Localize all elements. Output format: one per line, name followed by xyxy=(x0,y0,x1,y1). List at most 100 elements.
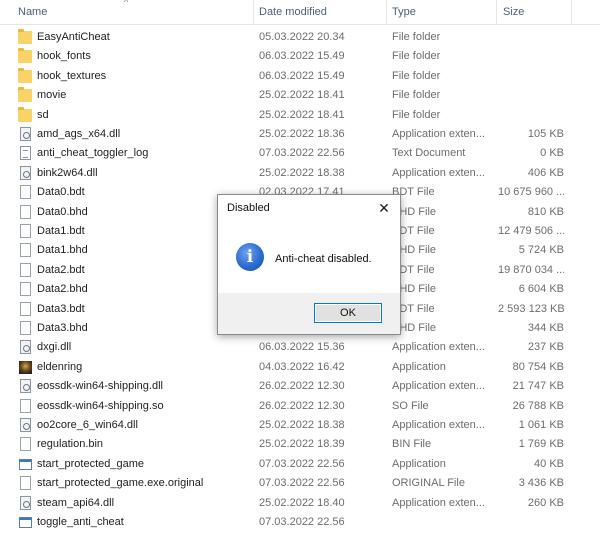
file-date: 25.02.2022 18.40 xyxy=(259,496,345,509)
file-size: 26 788 KB xyxy=(512,399,564,412)
file-size: 344 KB xyxy=(527,322,564,334)
folder-icon xyxy=(18,67,32,83)
file-type: BHD File xyxy=(392,322,437,334)
file-row[interactable]: steam_api64.dll 25.02.2022 18.40 Applicati… xyxy=(0,494,600,513)
file-date: 25.02.2022 18.36 xyxy=(259,128,345,140)
file-name: start_protected_game xyxy=(37,457,145,470)
file-name: dxgi.dll xyxy=(37,341,72,354)
file-size: 237 KB xyxy=(527,341,564,354)
file-type: File folder xyxy=(392,108,441,121)
file-type: File folder xyxy=(392,69,441,82)
file-date: 05.03.2022 20.34 xyxy=(259,31,345,43)
file-row[interactable]: start_protected_game.exe.original 07.03.2… xyxy=(0,474,600,493)
file-date: 25.02.2022 18.39 xyxy=(259,438,345,451)
file-icon xyxy=(20,262,31,277)
dll-icon xyxy=(20,165,31,180)
file-name: hook_fonts xyxy=(37,50,91,63)
file-date: 07.03.2022 22.56 xyxy=(259,516,345,528)
file-row[interactable]: toggle_anti_cheat 07.03.2022 22.56 xyxy=(0,513,600,532)
file-row[interactable]: amd_ags_x64.dll 25.02.2022 18.36 Applicati… xyxy=(0,125,600,144)
folder-icon xyxy=(18,29,32,44)
column-header-type[interactable]: Type xyxy=(388,0,496,24)
file-row[interactable]: bink2w64.dll 25.02.2022 18.38 Application … xyxy=(0,164,600,183)
file-date: 04.03.2022 16.42 xyxy=(259,360,345,373)
column-header-size[interactable]: Size xyxy=(499,0,569,24)
file-row[interactable]: EasyAntiCheat 05.03.2022 20.34 File folder xyxy=(0,28,600,47)
file-icon xyxy=(20,243,31,258)
file-date: 06.03.2022 15.49 xyxy=(259,69,345,82)
file-size: 1 061 KB xyxy=(518,419,564,431)
file-type: BDT File xyxy=(392,186,435,199)
file-row[interactable]: start_protected_game 07.03.2022 22.56 Appl… xyxy=(0,455,600,474)
file-name: EasyAntiCheat xyxy=(37,31,110,43)
file-type: Application exten... xyxy=(392,341,485,354)
file-size: 105 KB xyxy=(527,128,564,140)
dll-icon xyxy=(20,127,31,141)
file-size: 12 479 506 ... xyxy=(498,225,564,237)
file-type: Application exten... xyxy=(392,419,485,431)
column-divider[interactable] xyxy=(253,0,254,24)
file-icon xyxy=(20,398,31,413)
file-type: Application exten... xyxy=(392,496,485,509)
ok-button[interactable]: OK xyxy=(314,303,382,323)
file-row[interactable]: eossdk-win64-shipping.dll 26.02.2022 12.3… xyxy=(0,377,600,396)
file-date: 26.02.2022 12.30 xyxy=(259,399,345,412)
file-type: File folder xyxy=(392,89,441,102)
file-type: ORIGINAL File xyxy=(392,477,465,490)
file-row[interactable]: sd 25.02.2022 18.41 File folder xyxy=(0,106,600,125)
file-size: 3 436 KB xyxy=(518,477,564,490)
file-row[interactable]: eldenring 04.03.2022 16.42 Application 80 7… xyxy=(0,358,600,377)
dll-icon xyxy=(20,340,31,355)
close-icon[interactable]: ✕ xyxy=(373,197,395,219)
column-header-name[interactable]: Name xyxy=(14,0,254,24)
file-name: sd xyxy=(37,108,49,121)
folder-icon xyxy=(18,87,32,103)
file-type: Application xyxy=(392,457,446,470)
sort-up-icon: ^ xyxy=(124,0,129,7)
file-size: 19 870 034 ... xyxy=(498,263,564,276)
file-date: 26.02.2022 12.30 xyxy=(259,380,345,393)
file-type: File folder xyxy=(392,50,441,63)
exe-icon xyxy=(19,517,32,528)
file-name: steam_api64.dll xyxy=(37,496,115,509)
file-type: BHD File xyxy=(392,205,437,218)
file-size: 1 769 KB xyxy=(518,438,564,451)
text-icon xyxy=(20,146,31,161)
file-size: 260 KB xyxy=(527,496,564,509)
file-row[interactable]: movie 25.02.2022 18.41 File folder xyxy=(0,86,600,105)
file-row[interactable]: hook_textures 06.03.2022 15.49 File folder xyxy=(0,67,600,86)
file-name: amd_ags_x64.dll xyxy=(37,128,121,140)
file-row[interactable]: dxgi.dll 06.03.2022 15.36 Application exte… xyxy=(0,338,600,357)
file-row[interactable]: hook_fonts 06.03.2022 15.49 File folder xyxy=(0,47,600,66)
info-icon: i xyxy=(236,243,264,271)
file-type: BHD File xyxy=(392,283,437,296)
file-size: 10 675 960 ... xyxy=(498,186,564,199)
file-name: oo2core_6_win64.dll xyxy=(37,419,138,431)
column-divider[interactable] xyxy=(496,0,497,24)
file-name: movie xyxy=(37,89,67,102)
file-size: 2 593 123 KB xyxy=(498,302,564,315)
file-date: 07.03.2022 22.56 xyxy=(259,147,345,160)
file-size: 21 747 KB xyxy=(512,380,564,393)
column-divider[interactable] xyxy=(571,0,572,24)
file-date: 07.03.2022 22.56 xyxy=(259,457,345,470)
column-header-date[interactable]: Date modified xyxy=(255,0,386,24)
column-divider[interactable] xyxy=(386,0,387,24)
file-row[interactable]: regulation.bin 25.02.2022 18.39 BIN File 1 … xyxy=(0,435,600,454)
file-name: eossdk-win64-shipping.dll xyxy=(37,380,163,393)
dialog-footer: OK xyxy=(218,293,400,334)
file-size: 406 KB xyxy=(527,166,564,179)
game-icon xyxy=(19,360,32,374)
file-row[interactable]: oo2core_6_win64.dll 25.02.2022 18.38 Appli… xyxy=(0,416,600,435)
file-icon xyxy=(20,204,31,219)
dll-icon xyxy=(20,418,31,432)
file-icon xyxy=(20,321,31,335)
file-row[interactable]: eossdk-win64-shipping.so 26.02.2022 12.30… xyxy=(0,397,600,416)
message-dialog: Disabled ✕ i Anti-cheat disabled. OK xyxy=(217,194,401,335)
file-icon xyxy=(20,282,31,297)
file-type: BHD File xyxy=(392,244,437,257)
file-name: eossdk-win64-shipping.so xyxy=(37,399,164,412)
file-row[interactable]: anti_cheat_toggler_log 07.03.2022 22.56 Te… xyxy=(0,144,600,163)
file-type: Application exten... xyxy=(392,166,485,179)
file-size: 0 KB xyxy=(540,147,564,160)
